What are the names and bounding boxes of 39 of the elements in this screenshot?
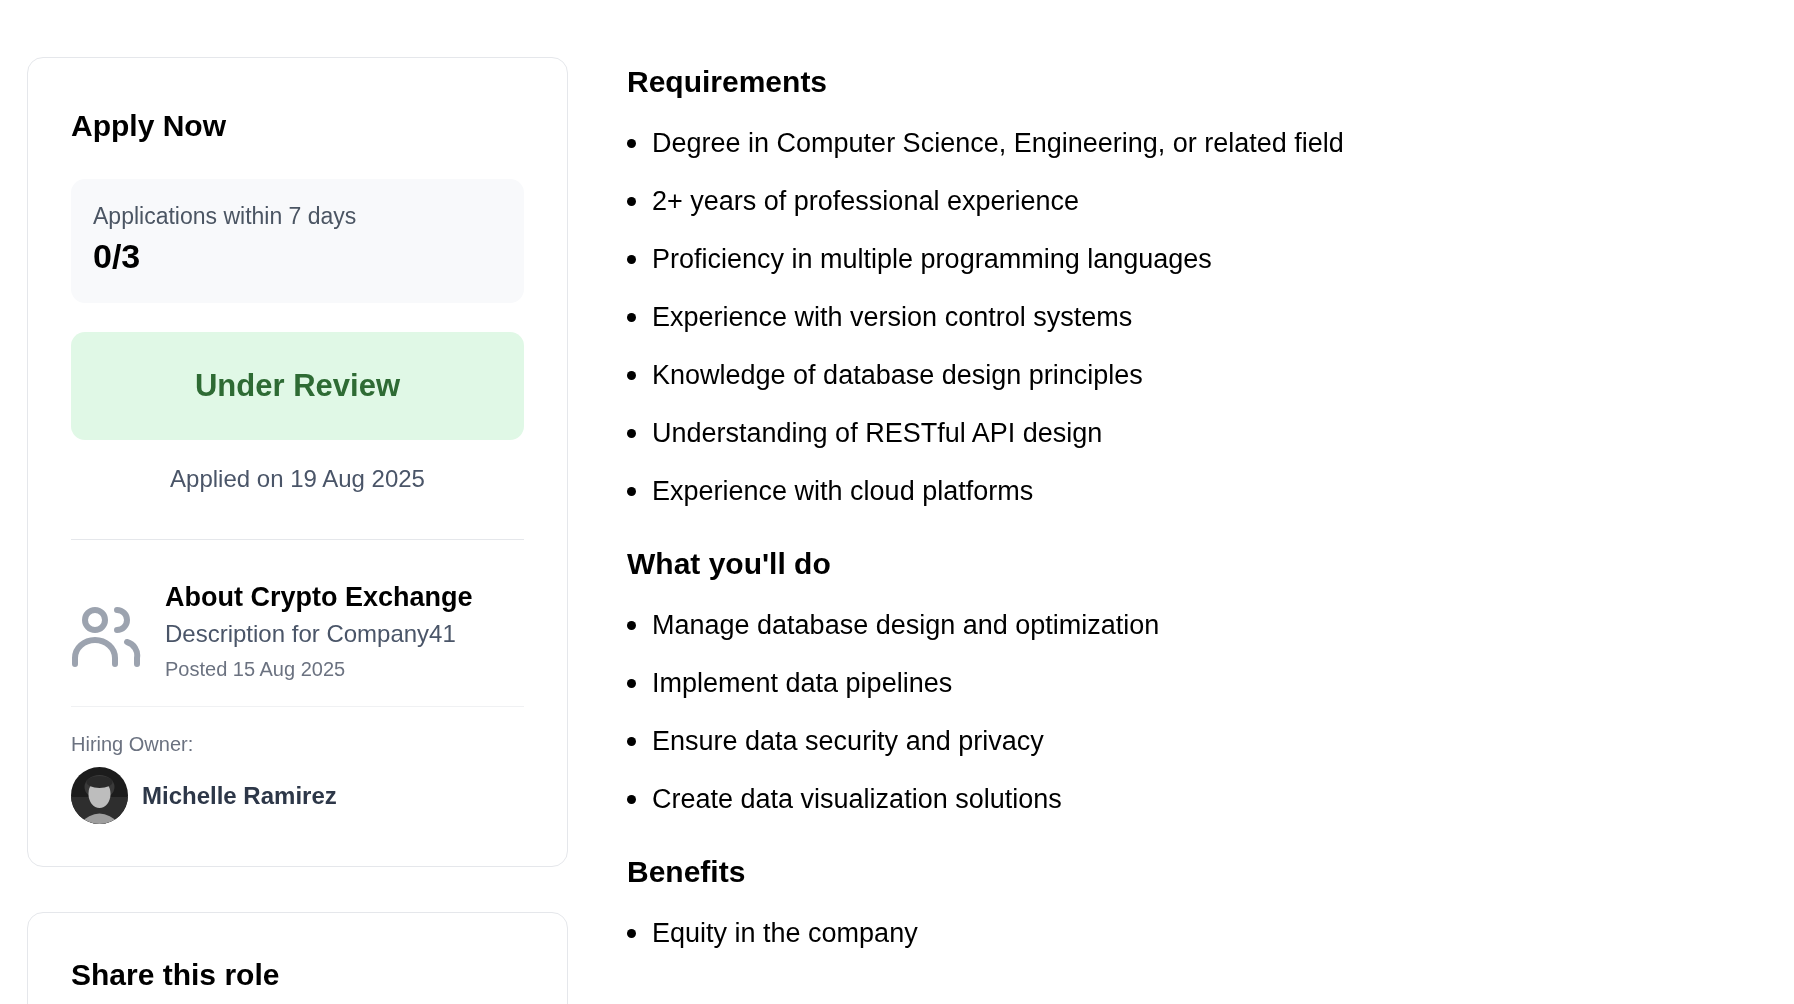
bullet-icon (627, 312, 636, 322)
bullet-icon (627, 928, 636, 938)
company-name: About Crypto Exchange (165, 581, 473, 614)
card-title: Share this role (71, 957, 281, 993)
status-banner: Under Review (71, 332, 524, 440)
owner-name: Michelle Ramirez (142, 781, 337, 810)
bullet-icon (627, 736, 636, 746)
card-title: Apply Now (71, 108, 227, 144)
list-item: Knowledge of database design principles (652, 359, 1143, 391)
bullet-icon (627, 678, 636, 688)
bullet-icon (627, 428, 636, 438)
list-item: Experience with version control systems (652, 301, 1133, 333)
bullet-icon (627, 138, 636, 148)
section-heading: Requirements (627, 66, 829, 98)
applied-date: Applied on 19 Aug 2025 (169, 464, 426, 494)
list-item: Experience with cloud platforms (652, 475, 1034, 507)
stats-label: Applications within 7 days (93, 202, 358, 231)
list-item: Manage database design and optimization (652, 609, 1160, 641)
section-heading: Benefits (627, 856, 747, 888)
bullet-icon (627, 486, 636, 496)
stats-value: 0/3 (93, 236, 142, 277)
section-heading: What you'll do (627, 548, 832, 580)
bullet-icon (627, 196, 636, 206)
list-item: Proficiency in multiple programming languages (652, 243, 1212, 275)
posted-date: Posted 15 Aug 2025 (165, 657, 347, 682)
company-description: Description for Company41 (165, 619, 457, 649)
bullet-icon (627, 794, 636, 804)
list-item: Understanding of RESTful API design (652, 417, 1103, 449)
list-item: 2+ years of professional experience (652, 185, 1079, 217)
list-item: Equity in the company (652, 917, 918, 949)
users-icon (71, 606, 141, 668)
list-item: Create data visualization solutions (652, 783, 1062, 815)
list-item: Implement data pipelines (652, 667, 953, 699)
bullet-icon (627, 254, 636, 264)
bullet-icon (627, 370, 636, 380)
bullet-icon (627, 620, 636, 630)
list-item: Ensure data security and privacy (652, 725, 1044, 757)
hiring-owner-label: Hiring Owner: (71, 732, 195, 757)
list-item: Degree in Computer Science, Engineering, or related field (652, 127, 1344, 159)
